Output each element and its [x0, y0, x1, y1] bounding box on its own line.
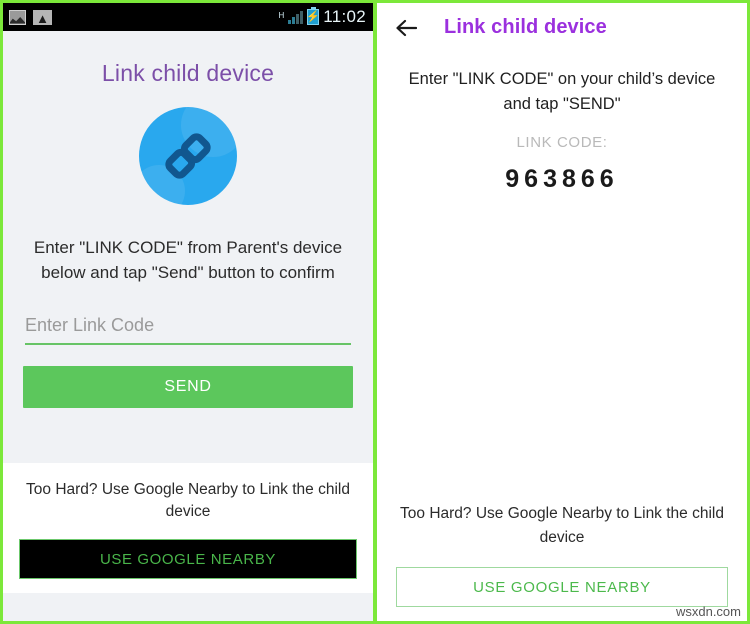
- signal-icon: [288, 10, 304, 24]
- battery-charging-icon: ⚡: [306, 7, 320, 25]
- use-google-nearby-button[interactable]: USE GOOGLE NEARBY: [19, 539, 357, 579]
- watermark: wsxdn.com: [675, 604, 741, 619]
- link-code-input[interactable]: [25, 315, 351, 336]
- network-type-label: H: [278, 11, 285, 20]
- status-bar-clock: 11:02: [323, 7, 366, 26]
- status-bar-right-icons: H ⚡ 11:02: [278, 7, 366, 27]
- page-title: Link child device: [101, 60, 275, 86]
- app-bar: Link child device: [377, 3, 747, 52]
- page-title: Link child device: [444, 16, 607, 38]
- back-arrow-icon[interactable]: [393, 15, 419, 41]
- wifi-icon: ▲: [33, 9, 52, 25]
- link-icon-container: [3, 107, 373, 205]
- android-status-bar: ▲ H ⚡ 11:02: [3, 3, 373, 31]
- status-bar-left-icons: ▲: [9, 9, 52, 25]
- nearby-prompt-text: Too Hard? Use Google Nearby to Link the …: [400, 505, 724, 546]
- left-phone-screen: ▲ H ⚡ 11:02 Link child device Enter "LIN…: [0, 0, 375, 624]
- nearby-section: Too Hard? Use Google Nearby to Link the …: [3, 463, 373, 593]
- chain-link-icon: [139, 107, 237, 205]
- right-phone-screen: Link child device Enter "LINK CODE" on y…: [375, 0, 750, 624]
- nearby-prompt-text: Too Hard? Use Google Nearby to Link the …: [26, 481, 350, 520]
- image-icon: [9, 9, 26, 25]
- link-code-label: LINK CODE:: [516, 134, 608, 151]
- send-button-container: SEND: [3, 345, 373, 408]
- instruction-text: Enter "LINK CODE" on your child’s device…: [408, 70, 716, 113]
- instruction-text: Enter "LINK CODE" from Parent's device b…: [33, 238, 343, 282]
- bottom-spacer: [3, 593, 373, 621]
- use-google-nearby-button[interactable]: USE GOOGLE NEARBY: [396, 567, 728, 607]
- link-code-value: 963866: [505, 165, 619, 193]
- link-code-field[interactable]: [25, 315, 351, 345]
- screenshot-pair: ▲ H ⚡ 11:02 Link child device Enter "LIN…: [0, 0, 750, 624]
- send-button[interactable]: SEND: [23, 366, 353, 408]
- nearby-section: Too Hard? Use Google Nearby to Link the …: [377, 502, 747, 607]
